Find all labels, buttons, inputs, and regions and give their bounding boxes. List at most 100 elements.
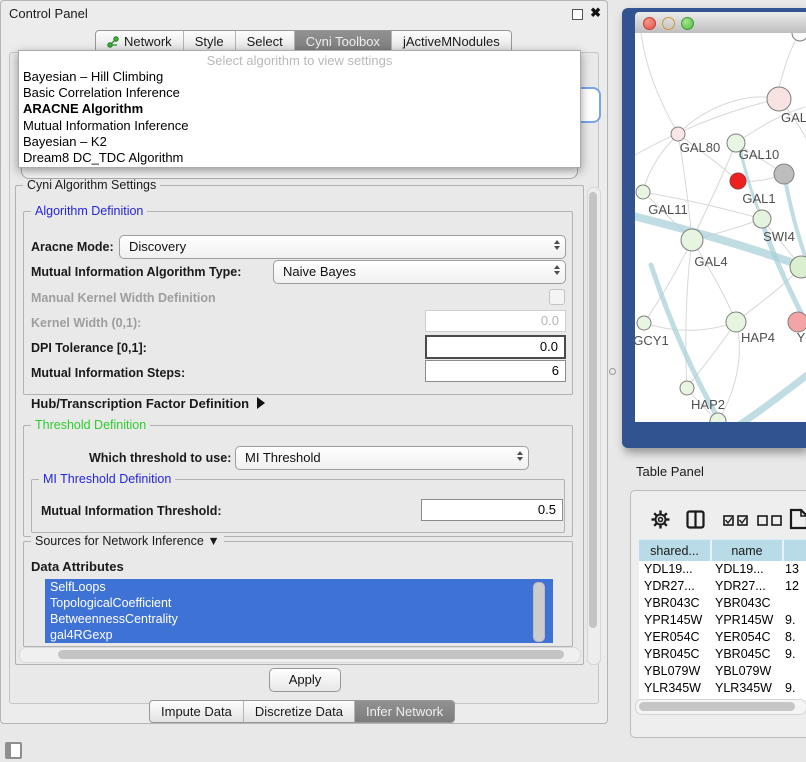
which-threshold-label: Which threshold to use:: [89, 451, 231, 465]
table-row[interactable]: YDR27...YDR27...12: [639, 578, 806, 595]
network-edge[interactable]: [641, 33, 678, 134]
table-row[interactable]: YLR345WYLR345W9.: [639, 680, 806, 697]
tab-discretize-data[interactable]: Discretize Data: [243, 701, 354, 722]
cyni-bottom-tabbar: Impute DataDiscretize DataInfer Network: [149, 700, 455, 723]
close-icon[interactable]: ✖: [590, 5, 601, 21]
manual-kernel-checkbox[interactable]: [549, 289, 565, 305]
network-edge[interactable]: [643, 134, 678, 192]
table-cell: YLR345W: [710, 680, 780, 697]
network-node-label: GAL1: [742, 191, 775, 206]
restore-panel-icon[interactable]: [5, 742, 22, 759]
aracne-mode-value: Discovery: [129, 239, 186, 254]
table-row[interactable]: YBR043CYBR043C: [639, 595, 806, 612]
tab-jactivemnodules[interactable]: jActiveMNodules: [391, 31, 511, 52]
table-horizontal-scrollbar[interactable]: [635, 699, 806, 715]
network-window-titlebar[interactable]: [635, 12, 806, 33]
table-panel: shared...nameA YDL19...YDL19...13YDR27..…: [630, 490, 806, 738]
network-canvas[interactable]: GALGAL80GAL10GAL11GAL1SWI4GAL4GCY1HAP4YH…: [635, 33, 806, 422]
table-header-row: shared...nameA: [639, 539, 806, 563]
panel-divider-handle[interactable]: [609, 368, 616, 375]
network-node[interactable]: [753, 210, 771, 228]
table-panel-title: Table Panel: [636, 464, 704, 479]
network-node[interactable]: [788, 312, 806, 332]
aracne-mode-combobox[interactable]: Discovery: [119, 235, 566, 259]
mi-steps-label: Mutual Information Steps:: [31, 366, 185, 380]
network-node[interactable]: [637, 316, 651, 330]
kernel-width-label: Kernel Width (0,1):: [31, 316, 141, 330]
attributes-list-scrollbar[interactable]: [533, 582, 545, 642]
tab-network[interactable]: Network: [96, 31, 183, 52]
network-node[interactable]: [726, 312, 746, 332]
network-node[interactable]: [671, 127, 685, 141]
split-columns-icon[interactable]: [686, 510, 705, 529]
close-traffic-light-icon[interactable]: [643, 17, 656, 30]
network-edge[interactable]: [692, 143, 736, 240]
tab-label: jActiveMNodules: [403, 34, 500, 49]
float-panel-icon[interactable]: [572, 9, 583, 20]
mi-type-combobox[interactable]: Naive Bayes: [273, 260, 566, 284]
table-cell: YER054C: [710, 629, 780, 646]
table-row[interactable]: YBL079WYBL079W: [639, 663, 806, 680]
gear-icon[interactable]: [651, 510, 670, 529]
network-edge[interactable]: [692, 240, 736, 322]
table-row[interactable]: YDL19...YDL19...13: [639, 561, 806, 578]
settings-horizontal-scrollbar[interactable]: [19, 647, 581, 663]
attribute-list-item[interactable]: TopologicalCoefficient: [45, 595, 553, 611]
apply-button[interactable]: Apply: [269, 668, 341, 692]
attribute-list-item[interactable]: BetweennessCentrality: [45, 611, 553, 627]
tab-label: Style: [195, 34, 224, 49]
network-node-label: SWI4: [763, 229, 795, 244]
algorithm-option[interactable]: Mutual Information Inference: [19, 118, 580, 134]
mi-threshold-input[interactable]: 0.5: [421, 499, 563, 521]
network-edge[interactable]: [779, 33, 800, 87]
table-row[interactable]: YBR045CYBR045C9.: [639, 646, 806, 663]
table-cell: YBR045C: [710, 646, 780, 663]
settings-vertical-scrollbar[interactable]: [587, 187, 601, 665]
control-panel-window: Control Panel ✖ NetworkStyleSelectCyni T…: [0, 0, 608, 724]
tab-infer-network[interactable]: Infer Network: [354, 701, 454, 722]
algorithm-option[interactable]: Dream8 DC_TDC Algorithm: [19, 150, 580, 166]
tab-select[interactable]: Select: [235, 31, 294, 52]
network-edge-highlighted[interactable]: [727, 365, 806, 422]
table-row[interactable]: YER054CYER054C8.: [639, 629, 806, 646]
which-threshold-combobox[interactable]: MI Threshold: [235, 446, 529, 470]
column-header[interactable]: A: [784, 540, 806, 562]
algorithm-option[interactable]: Basic Correlation Inference: [19, 85, 580, 101]
network-edge[interactable]: [644, 322, 736, 330]
network-node[interactable]: [681, 229, 703, 251]
table-cell: [780, 595, 806, 612]
network-node[interactable]: [774, 164, 794, 184]
tab-cyni-toolbox[interactable]: Cyni Toolbox: [294, 31, 391, 52]
column-header[interactable]: shared...: [639, 540, 712, 562]
attribute-list-item[interactable]: gal4RGexp: [45, 627, 553, 643]
column-header[interactable]: name: [712, 540, 784, 562]
deselect-all-checkboxes-icon[interactable]: [757, 515, 783, 526]
network-view-window[interactable]: GALGAL80GAL10GAL11GAL1SWI4GAL4GCY1HAP4YH…: [622, 8, 806, 448]
hub-section-toggle[interactable]: Hub/Transcription Factor Definition: [31, 396, 265, 411]
network-node[interactable]: [636, 185, 650, 199]
algorithm-option[interactable]: ARACNE Algorithm: [19, 101, 580, 117]
minimize-traffic-light-icon[interactable]: [662, 17, 675, 30]
export-table-icon[interactable]: [789, 508, 806, 530]
tab-impute-data[interactable]: Impute Data: [150, 701, 243, 722]
mi-steps-input[interactable]: 6: [425, 360, 566, 382]
network-node[interactable]: [730, 173, 746, 189]
algorithm-option[interactable]: Bayesian – K2: [19, 134, 580, 150]
table-row[interactable]: YPR145WYPR145W9.: [639, 612, 806, 629]
kernel-width-input[interactable]: 0.0: [425, 310, 566, 332]
select-all-checkboxes-icon[interactable]: [723, 515, 749, 526]
sources-group-title[interactable]: Sources for Network Inference ▼: [31, 534, 224, 548]
network-node[interactable]: [710, 413, 726, 422]
data-attributes-list[interactable]: SelfLoopsTopologicalCoefficientBetweenne…: [45, 579, 553, 643]
algorithm-option[interactable]: Bayesian – Hill Climbing: [19, 69, 580, 85]
dpi-tolerance-input[interactable]: 0.0: [425, 335, 566, 359]
tab-style[interactable]: Style: [183, 31, 235, 52]
zoom-traffic-light-icon[interactable]: [681, 17, 694, 30]
network-node[interactable]: [767, 87, 791, 111]
network-node[interactable]: [792, 33, 806, 41]
threshold-definition-title: Threshold Definition: [31, 418, 150, 432]
network-node[interactable]: [680, 381, 694, 395]
dpi-tolerance-label: DPI Tolerance [0,1]:: [31, 341, 147, 355]
network-icon: [107, 36, 120, 48]
attribute-list-item[interactable]: SelfLoops: [45, 579, 553, 595]
